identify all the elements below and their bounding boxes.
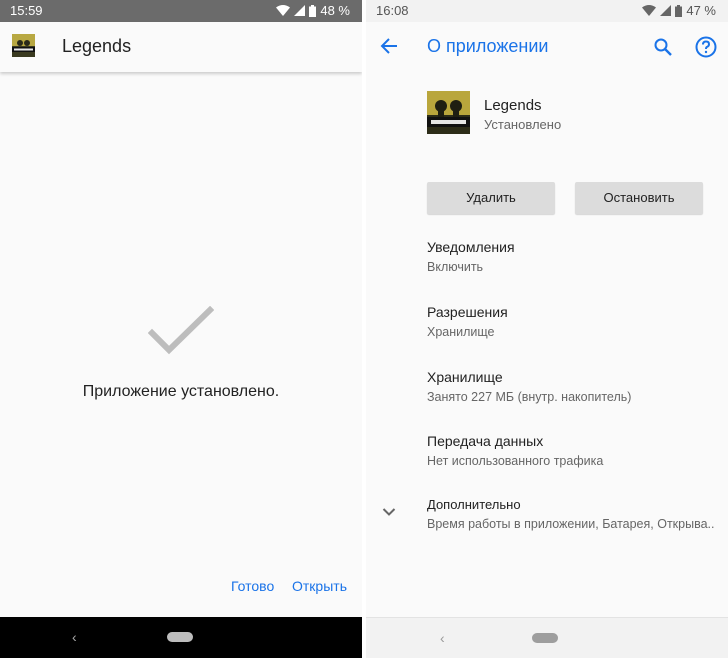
force-stop-button[interactable]: Остановить xyxy=(575,182,703,214)
uninstall-button[interactable]: Удалить xyxy=(427,182,555,214)
call-of-duty-app-icon xyxy=(427,91,470,134)
setting-subtitle: Нет использованного трафика xyxy=(427,454,604,468)
search-icon[interactable] xyxy=(653,37,673,57)
setting-subtitle: Включить xyxy=(427,260,484,274)
nav-back-button[interactable]: ‹ xyxy=(72,629,77,645)
setting-subtitle: Занято 227 МБ (внутр. накопитель) xyxy=(427,390,632,404)
chevron-down-icon[interactable] xyxy=(382,507,396,517)
settings-item-storage[interactable]: Хранилище Занято 227 МБ (внутр. накопите… xyxy=(427,369,722,404)
setting-title: Дополнительно xyxy=(427,497,521,512)
help-icon[interactable] xyxy=(695,36,717,58)
setting-title: Разрешения xyxy=(427,304,508,320)
settings-item-advanced[interactable]: Дополнительно Время работы в приложении,… xyxy=(427,497,722,531)
status-time: 15:59 xyxy=(10,3,43,18)
install-success-message: Приложение установлено. xyxy=(82,383,280,400)
signal-icon xyxy=(660,5,672,16)
setting-subtitle: Хранилище xyxy=(427,325,495,339)
navigation-bar: ‹ xyxy=(0,617,362,658)
status-indicators: 48 % xyxy=(276,3,350,18)
status-bar: 16:08 47 % xyxy=(366,0,728,22)
install-complete-screen: 15:59 48 % Legends Приложение установлен… xyxy=(0,0,362,658)
signal-icon xyxy=(294,5,306,16)
app-title: Legends xyxy=(62,36,132,56)
battery-percent: 48 % xyxy=(320,3,350,18)
status-time: 16:08 xyxy=(376,3,409,18)
wifi-icon xyxy=(276,5,291,16)
page-title: О приложении xyxy=(427,36,549,56)
battery-icon xyxy=(309,4,317,17)
setting-title: Уведомления xyxy=(427,239,515,255)
wifi-icon xyxy=(642,5,657,16)
app-bar: О приложении xyxy=(366,22,728,70)
app-name: Legends xyxy=(484,97,542,114)
status-indicators: 47 % xyxy=(642,3,716,18)
battery-icon xyxy=(675,4,683,17)
done-button[interactable]: Готово xyxy=(231,578,274,594)
status-bar: 15:59 48 % xyxy=(0,0,362,22)
setting-title: Хранилище xyxy=(427,369,503,385)
nav-back-button[interactable]: ‹ xyxy=(440,630,445,646)
app-info-screen: 16:08 47 % О приложении Legends Установл… xyxy=(366,0,728,658)
settings-item-data-usage[interactable]: Передача данных Нет использованного траф… xyxy=(427,433,722,468)
call-of-duty-app-icon xyxy=(12,34,35,57)
navigation-bar: ‹ xyxy=(366,617,728,658)
nav-home-button[interactable] xyxy=(532,633,558,643)
app-install-status: Установлено xyxy=(484,117,562,132)
setting-subtitle: Время работы в приложении, Батарея, Откр… xyxy=(427,517,715,531)
arrow-back-icon[interactable] xyxy=(380,37,398,55)
settings-item-permissions[interactable]: Разрешения Хранилище xyxy=(427,304,722,339)
checkmark-icon xyxy=(148,306,214,355)
settings-item-notifications[interactable]: Уведомления Включить xyxy=(427,239,722,274)
nav-home-button[interactable] xyxy=(167,632,193,642)
app-bar: Legends xyxy=(0,22,362,72)
battery-percent: 47 % xyxy=(686,3,716,18)
setting-title: Передача данных xyxy=(427,433,544,449)
open-button[interactable]: Открыть xyxy=(292,578,347,594)
